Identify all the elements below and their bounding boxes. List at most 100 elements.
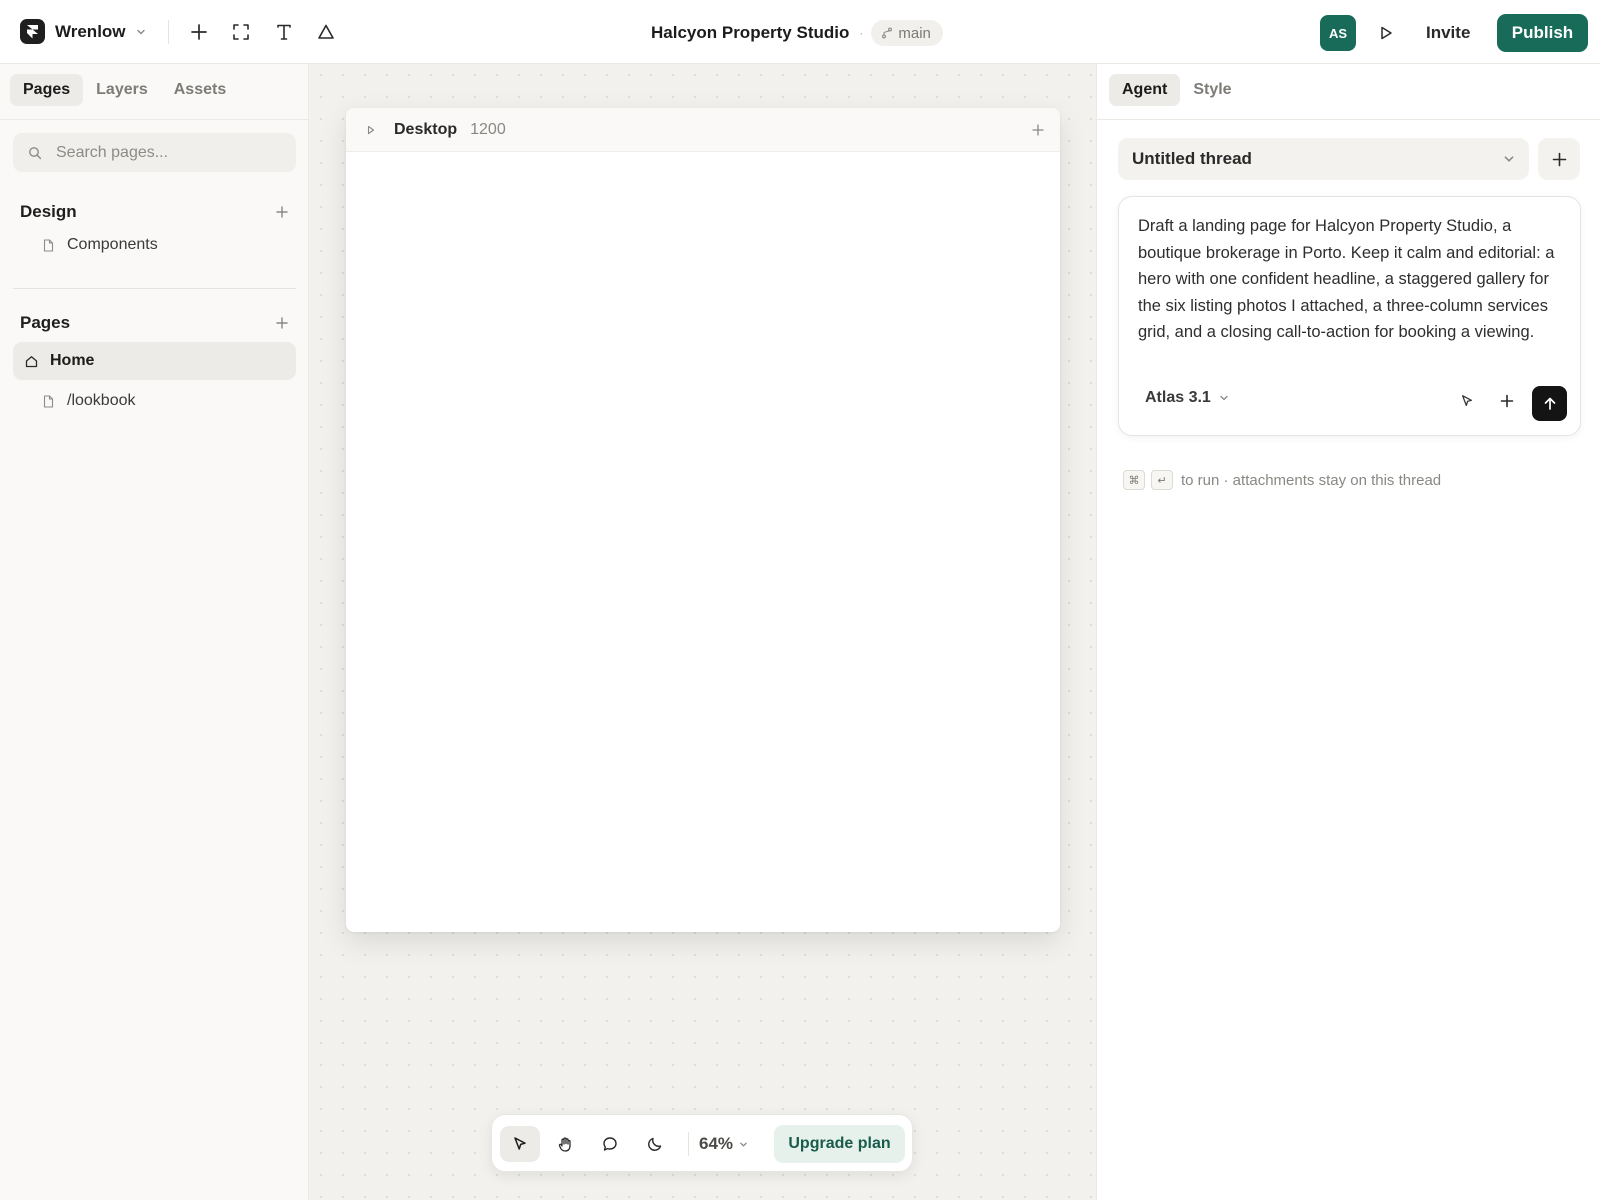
cursor-icon xyxy=(514,1137,526,1150)
thread-selector[interactable]: Untitled thread xyxy=(1118,138,1529,180)
add-design-item-button[interactable] xyxy=(272,202,292,222)
plus-icon xyxy=(191,24,207,40)
command-key-icon: ⌘ xyxy=(1123,470,1145,490)
chevron-down-icon xyxy=(1504,156,1514,162)
text-icon xyxy=(277,24,291,40)
chevron-down-icon xyxy=(136,27,146,37)
tab-assets[interactable]: Assets xyxy=(161,74,239,106)
comment-icon xyxy=(603,1137,617,1151)
file-icon xyxy=(41,393,55,409)
app-name: Wrenlow xyxy=(55,21,126,41)
plus-icon xyxy=(276,317,288,329)
search-icon xyxy=(29,146,42,159)
hint-text: to run · attachments stay on this thread xyxy=(1181,471,1442,489)
preview-button[interactable] xyxy=(1372,19,1400,47)
thread-title: Untitled thread xyxy=(1132,149,1252,168)
search-input[interactable] xyxy=(56,143,276,162)
chevron-down-icon xyxy=(740,1142,747,1147)
hand-tool-button[interactable] xyxy=(545,1126,585,1162)
comment-tool-button[interactable] xyxy=(590,1126,630,1162)
plus-icon xyxy=(1500,394,1514,408)
branch-icon xyxy=(882,27,893,39)
cursor-icon xyxy=(1461,395,1473,407)
prompt-composer[interactable]: Draft a landing page for Halcyon Propert… xyxy=(1118,196,1581,436)
avatar[interactable]: AS xyxy=(1320,15,1356,51)
frame-icon xyxy=(233,24,249,40)
upgrade-plan-button[interactable]: Upgrade plan xyxy=(774,1125,905,1163)
frame-header[interactable]: Desktop 1200 xyxy=(346,108,1060,152)
triangle-icon xyxy=(318,24,334,39)
caret-right-icon xyxy=(367,125,375,134)
toolbar-divider xyxy=(688,1132,689,1156)
model-name: Atlas 3.1 xyxy=(1145,389,1211,406)
frame-width: 1200 xyxy=(470,120,506,138)
arrow-up-icon xyxy=(1544,397,1555,410)
hand-icon xyxy=(558,1136,571,1152)
select-element-button[interactable] xyxy=(1453,387,1481,415)
page-item-lookbook[interactable]: /lookbook xyxy=(13,382,296,420)
left-panel-tabs: Pages Layers Assets xyxy=(10,74,239,106)
plus-icon xyxy=(276,206,288,218)
document-title-area: Halcyon Property Studio · main xyxy=(651,19,943,47)
frame-name: Desktop xyxy=(394,120,458,138)
tab-pages[interactable]: Pages xyxy=(10,74,84,106)
home-icon xyxy=(24,353,38,369)
desktop-frame[interactable]: Desktop 1200 xyxy=(346,108,1060,932)
tab-agent[interactable]: Agent xyxy=(1109,74,1181,106)
file-icon xyxy=(41,237,55,253)
panel-divider xyxy=(0,119,308,120)
tab-layers[interactable]: Layers xyxy=(83,74,161,106)
design-item-label: Components xyxy=(67,236,158,253)
add-breakpoint-button[interactable] xyxy=(1028,120,1048,140)
plus-icon xyxy=(1552,152,1566,166)
design-section-title: Design xyxy=(20,202,77,221)
send-button[interactable] xyxy=(1532,386,1567,421)
top-bar: Wrenlow Halcyon Property Studio · main A… xyxy=(0,0,1600,64)
frame-content-area[interactable] xyxy=(346,152,1060,931)
frame-expand-toggle[interactable] xyxy=(364,123,378,137)
add-page-button[interactable] xyxy=(272,313,292,333)
left-sidebar: Pages Layers Assets Design Components Pa… xyxy=(0,64,309,1200)
theme-toggle-button[interactable] xyxy=(635,1126,675,1162)
pages-section-title: Pages xyxy=(20,313,71,332)
plus-icon xyxy=(1032,124,1044,136)
page-search[interactable] xyxy=(13,133,296,172)
model-selector[interactable]: Atlas 3.1 xyxy=(1145,389,1229,407)
design-section-header: Design xyxy=(20,200,292,224)
workspace-switcher[interactable]: Wrenlow xyxy=(20,19,146,44)
zoom-level: 64% xyxy=(699,1134,734,1153)
panel-divider xyxy=(1097,119,1600,120)
text-tool-button[interactable] xyxy=(270,18,298,46)
moon-icon xyxy=(648,1137,662,1151)
frame-tool-button[interactable] xyxy=(227,18,255,46)
page-item-home[interactable]: Home xyxy=(13,342,296,380)
prompt-input[interactable]: Draft a landing page for Halcyon Propert… xyxy=(1138,213,1566,346)
pages-section-header: Pages xyxy=(20,311,292,335)
title-separator: · xyxy=(859,26,864,40)
right-panel-tabs: Agent Style xyxy=(1109,74,1245,106)
page-item-label: Home xyxy=(50,352,95,369)
canvas-toolbar: 64% Upgrade plan xyxy=(491,1114,913,1172)
canvas[interactable]: Desktop 1200 64% Upgrade plan xyxy=(310,64,1096,1200)
page-item-label: /lookbook xyxy=(67,392,136,409)
document-title[interactable]: Halcyon Property Studio xyxy=(651,23,849,43)
chevron-down-icon xyxy=(1220,395,1228,401)
invite-button[interactable]: Invite xyxy=(1418,18,1478,48)
right-sidebar: Agent Style Untitled thread Draft a land… xyxy=(1096,64,1600,1200)
toolbar-divider xyxy=(168,20,169,44)
section-divider xyxy=(13,288,296,289)
attach-button[interactable] xyxy=(1493,387,1521,415)
run-hint: ⌘ ↵ to run · attachments stay on this th… xyxy=(1123,470,1441,490)
shape-tool-button[interactable] xyxy=(312,18,340,46)
enter-key-icon: ↵ xyxy=(1151,470,1173,490)
select-tool-button[interactable] xyxy=(500,1126,540,1162)
tab-style[interactable]: Style xyxy=(1180,74,1244,106)
design-item-components[interactable]: Components xyxy=(13,226,296,264)
branch-name: main xyxy=(898,24,931,42)
play-icon xyxy=(1381,26,1392,40)
zoom-selector[interactable]: 64% xyxy=(699,1126,748,1162)
insert-button[interactable] xyxy=(185,18,213,46)
branch-selector[interactable]: main xyxy=(871,20,943,46)
publish-button[interactable]: Publish xyxy=(1497,14,1588,52)
new-thread-button[interactable] xyxy=(1538,138,1580,180)
